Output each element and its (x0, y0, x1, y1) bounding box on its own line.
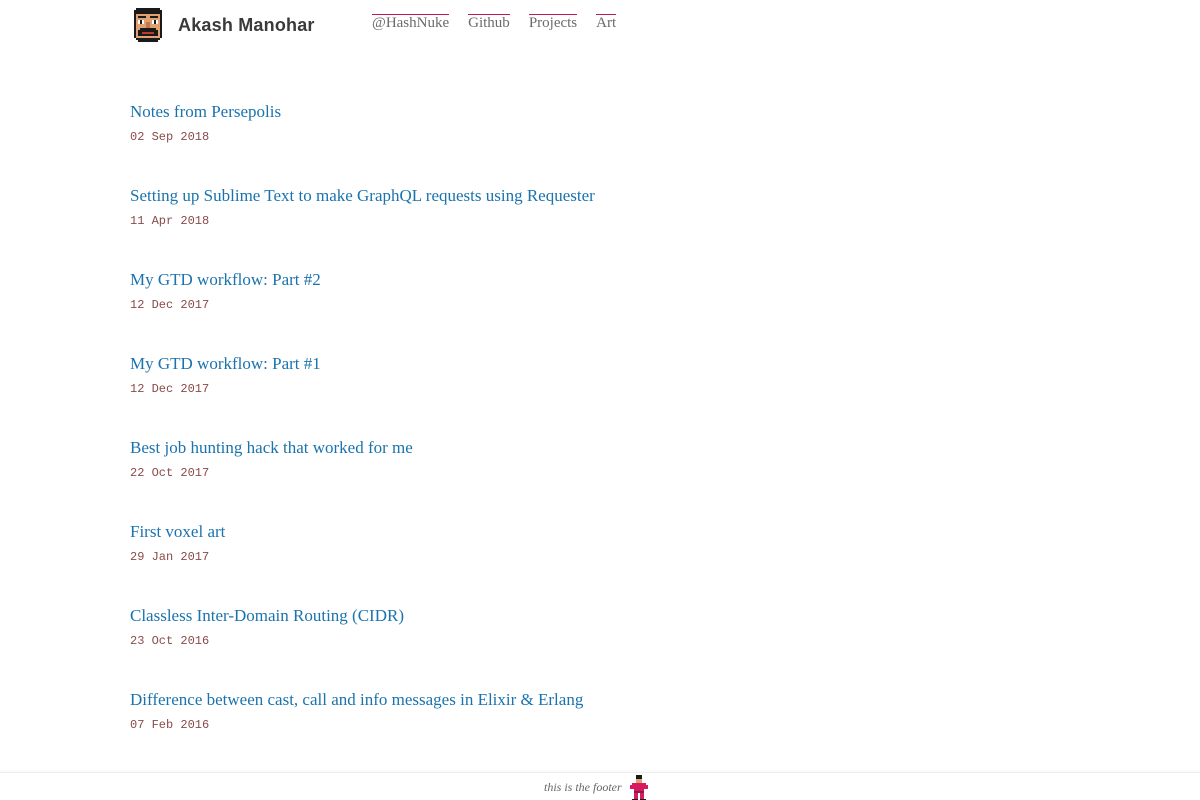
post-date: 02 Sep 2018 (130, 130, 210, 144)
post-title-link[interactable]: Best job hunting hack that worked for me (130, 437, 830, 459)
list-item: Notes from Persepolis 02 Sep 2018 (130, 101, 830, 185)
nav-link-twitter[interactable]: @HashNuke (372, 14, 450, 31)
site-header: Akash Manohar @HashNuke Github Projects … (130, 6, 650, 46)
pixel-face-avatar-icon[interactable] (132, 8, 164, 42)
list-item: Difference between cast, call and info m… (130, 689, 830, 773)
post-date: 12 Dec 2017 (130, 382, 210, 396)
nav-link-projects[interactable]: Projects (528, 14, 578, 31)
site-title[interactable]: Akash Manohar (178, 15, 315, 36)
list-item: Setting up Sublime Text to make GraphQL … (130, 185, 830, 269)
post-date: 22 Oct 2017 (130, 466, 210, 480)
nav-link-art[interactable]: Art (596, 14, 617, 31)
post-date: 07 Feb 2016 (130, 718, 210, 732)
footer-text: this is the footer (544, 780, 622, 794)
post-date: 11 Apr 2018 (130, 214, 210, 228)
list-item: Best job hunting hack that worked for me… (130, 437, 830, 521)
pixel-character-icon (630, 775, 648, 800)
post-title-link[interactable]: First voxel art (130, 521, 830, 543)
nav-link-github[interactable]: Github (468, 14, 510, 31)
list-item: First voxel art 29 Jan 2017 (130, 521, 830, 605)
site-footer: this is the footer (0, 772, 1200, 800)
post-title-link[interactable]: Difference between cast, call and info m… (130, 689, 830, 711)
post-title-link[interactable]: Classless Inter-Domain Routing (CIDR) (130, 605, 830, 627)
list-item: My GTD workflow: Part #1 12 Dec 2017 (130, 353, 830, 437)
post-list: Notes from Persepolis 02 Sep 2018 Settin… (130, 101, 830, 773)
post-date: 23 Oct 2016 (130, 634, 210, 648)
post-title-link[interactable]: My GTD workflow: Part #1 (130, 353, 830, 375)
post-date: 12 Dec 2017 (130, 298, 210, 312)
list-item: My GTD workflow: Part #2 12 Dec 2017 (130, 269, 830, 353)
post-title-link[interactable]: Setting up Sublime Text to make GraphQL … (130, 185, 830, 207)
post-date: 29 Jan 2017 (130, 550, 210, 564)
post-title-link[interactable]: Notes from Persepolis (130, 101, 830, 123)
list-item: Classless Inter-Domain Routing (CIDR) 23… (130, 605, 830, 689)
main-nav: @HashNuke Github Projects Art (372, 14, 617, 31)
post-title-link[interactable]: My GTD workflow: Part #2 (130, 269, 830, 291)
